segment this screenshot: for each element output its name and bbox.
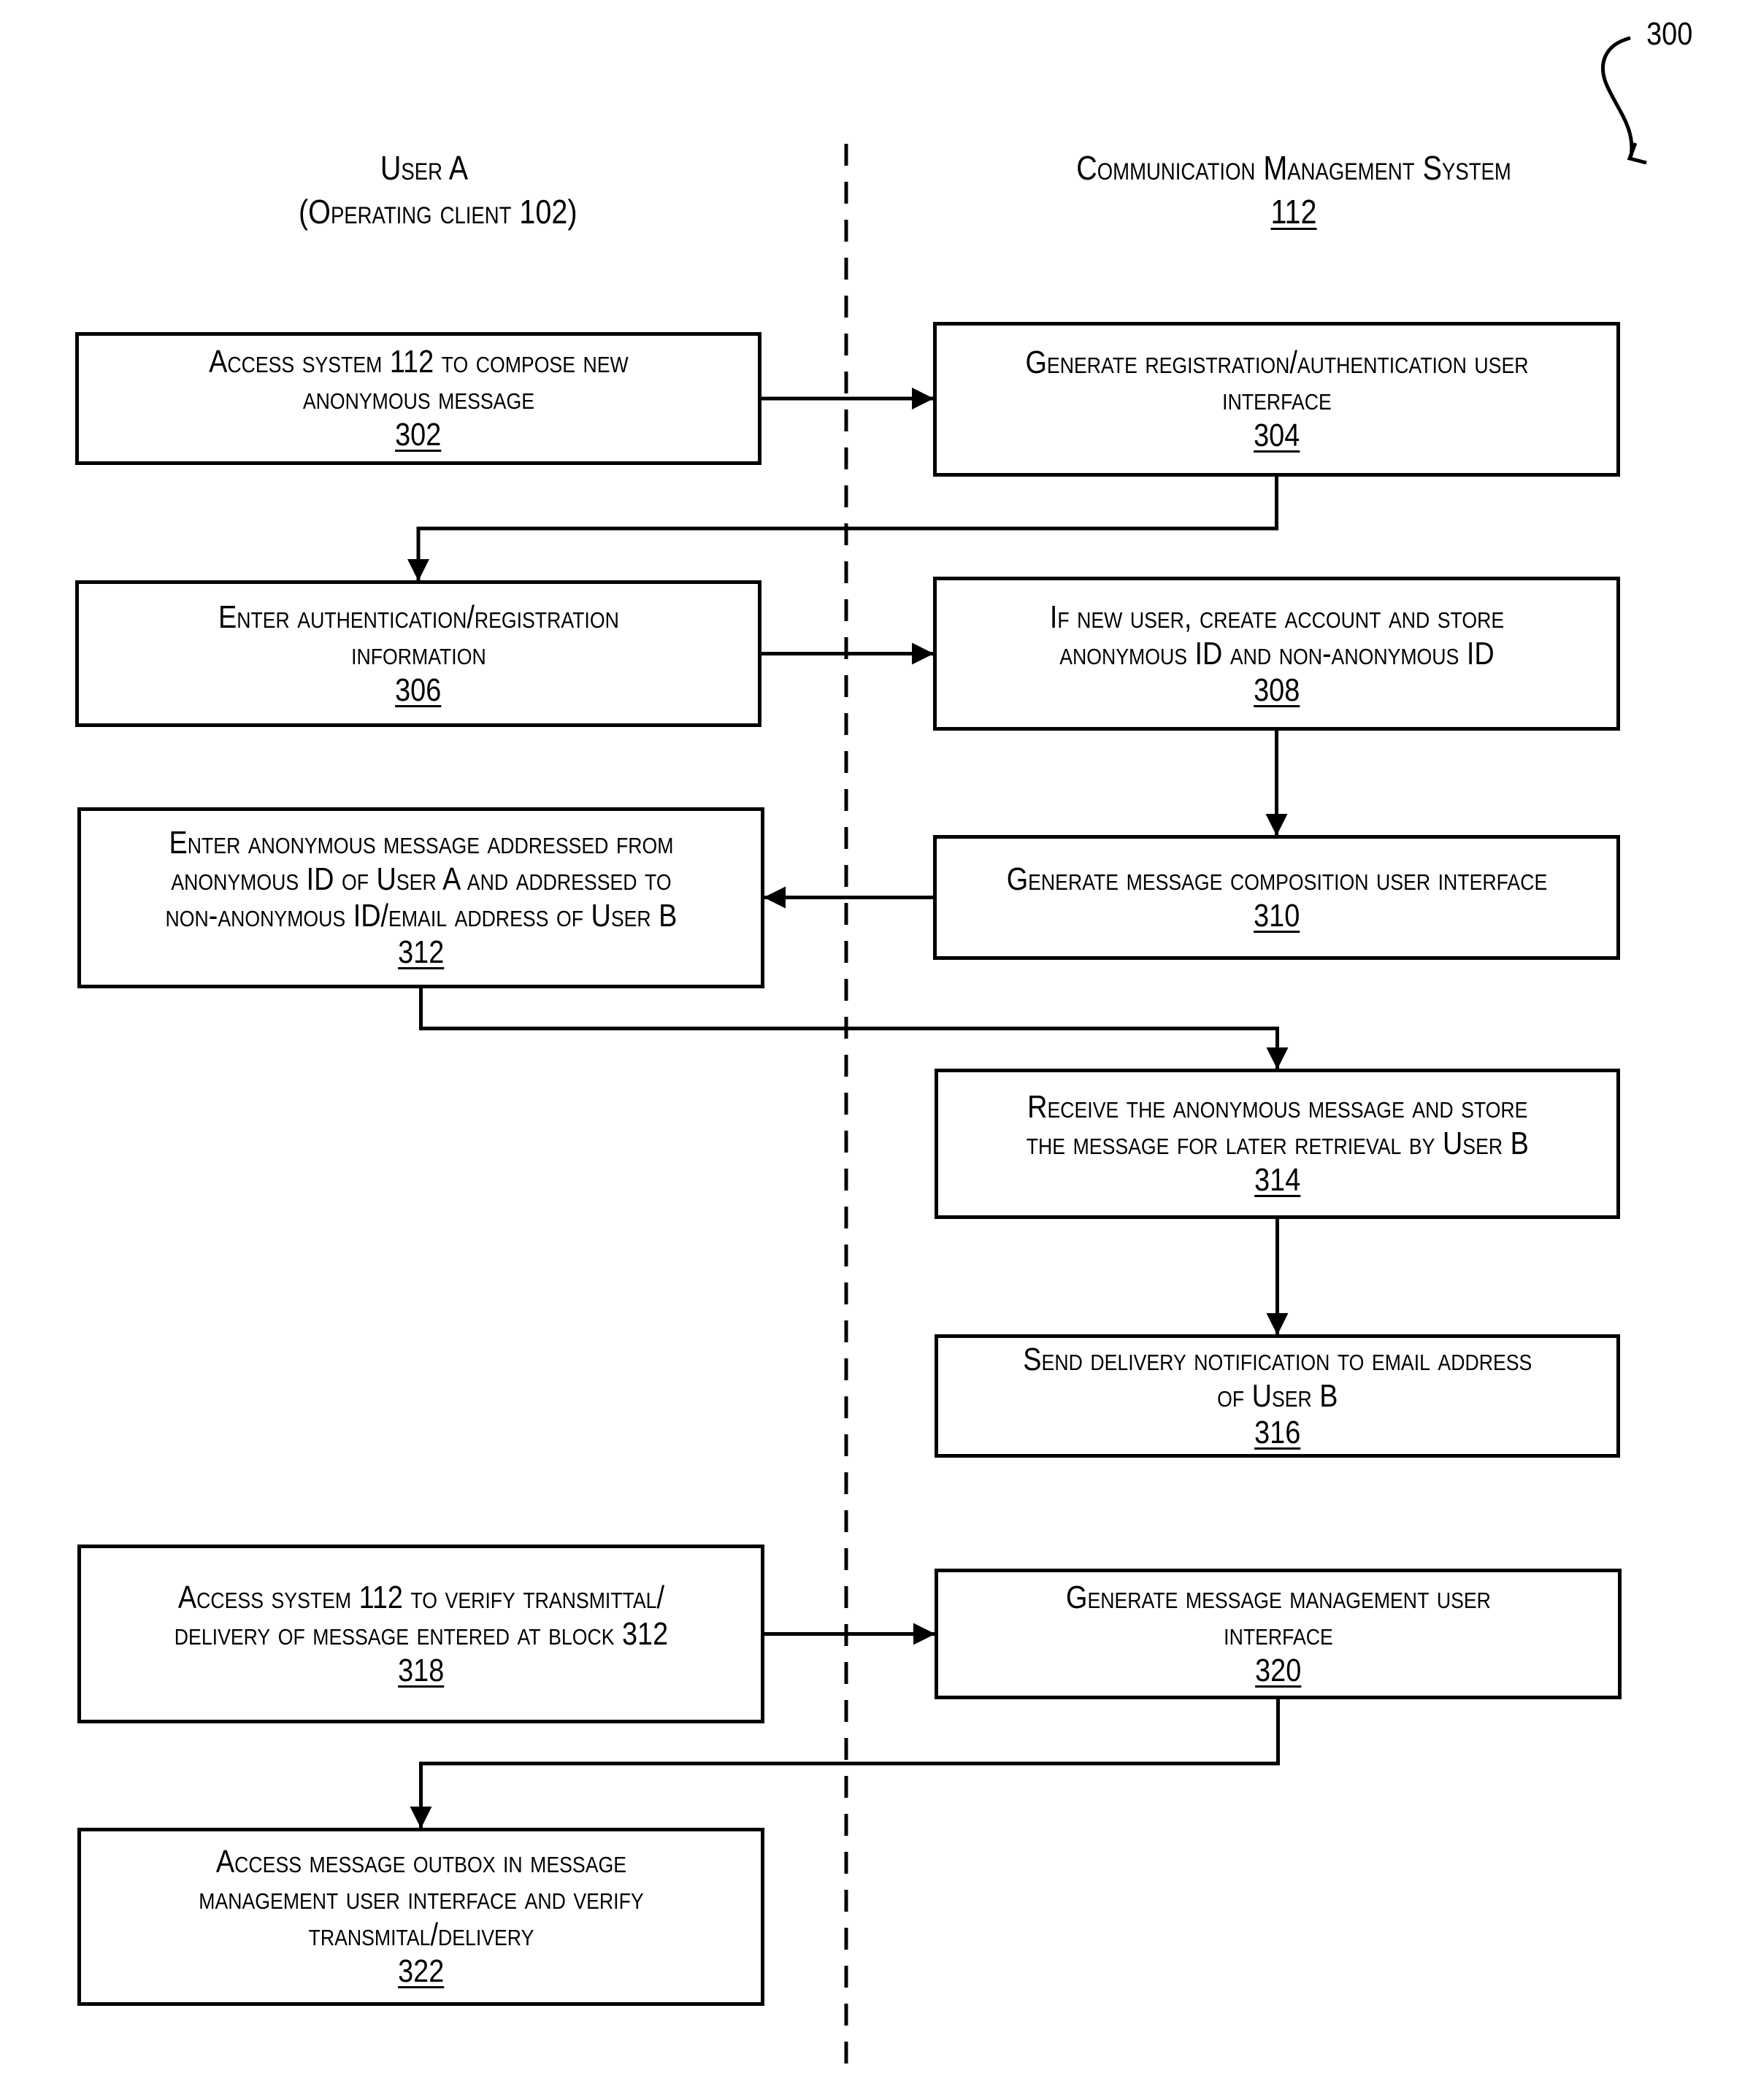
block-text: Generate registration/authentication use… <box>1025 345 1529 417</box>
block-text: Generate message composition user interf… <box>1006 861 1547 897</box>
block-308: If new user, create account and store an… <box>933 577 1620 731</box>
block-304: Generate registration/authentication use… <box>933 322 1620 477</box>
block-ref: 320 <box>1254 1652 1302 1688</box>
block-ref: 312 <box>397 934 445 970</box>
lane-title-user-a: User A <box>380 149 469 187</box>
block-text: Generate message management user interfa… <box>1065 1579 1491 1652</box>
flow-diagram-canvas <box>407 36 1647 2065</box>
block-320: Generate message management user interfa… <box>935 1569 1622 1699</box>
block-312: Enter anonymous message addressed from a… <box>77 807 764 988</box>
block-ref: 314 <box>1254 1162 1301 1198</box>
block-text: Receive the anonymous message and store … <box>1026 1089 1529 1161</box>
lane-title-cms: Communication Management System <box>1076 149 1511 187</box>
block-text: Access system 112 to verify transmittal/… <box>174 1579 668 1652</box>
arrow-312-to-314 <box>419 988 1289 1069</box>
lane-header-cms: Communication Management System 112 <box>1043 146 1545 234</box>
block-ref: 316 <box>1254 1414 1301 1450</box>
block-text: Access system 112 to compose new anonymo… <box>208 344 629 416</box>
block-text: If new user, create account and store an… <box>1049 599 1504 672</box>
block-ref: 318 <box>397 1652 445 1688</box>
figure-number-label: 300 <box>1646 16 1693 52</box>
block-302: Access system 112 to compose new anonymo… <box>75 332 761 465</box>
figure-leader-curve <box>1601 36 1634 157</box>
block-text: Access message outbox in message managem… <box>198 1844 644 1953</box>
lane-subtitle-user-a: (Operating client 102) <box>299 193 578 231</box>
block-ref: 310 <box>1253 897 1300 934</box>
lane-header-user-a: User A (Operating client 102) <box>299 146 578 234</box>
block-310: Generate message composition user interf… <box>933 835 1620 960</box>
block-316: Send delivery notification to email addr… <box>935 1334 1620 1458</box>
block-306: Enter authentication/registration inform… <box>75 580 761 727</box>
block-318: Access system 112 to verify transmittal/… <box>77 1545 764 1723</box>
block-text: Enter anonymous message addressed from a… <box>165 825 677 934</box>
block-ref: 306 <box>395 672 442 708</box>
block-ref: 304 <box>1253 418 1300 453</box>
block-ref: 308 <box>1253 672 1300 708</box>
block-314: Receive the anonymous message and store … <box>935 1069 1620 1219</box>
block-ref: 302 <box>395 417 442 453</box>
block-text: Enter authentication/registration inform… <box>218 599 619 672</box>
block-ref: 322 <box>397 1953 445 1989</box>
block-322: Access message outbox in message managem… <box>77 1828 764 2006</box>
lane-ref-cms: 112 <box>1270 193 1317 231</box>
block-text: Send delivery notification to email addr… <box>1022 1341 1532 1414</box>
